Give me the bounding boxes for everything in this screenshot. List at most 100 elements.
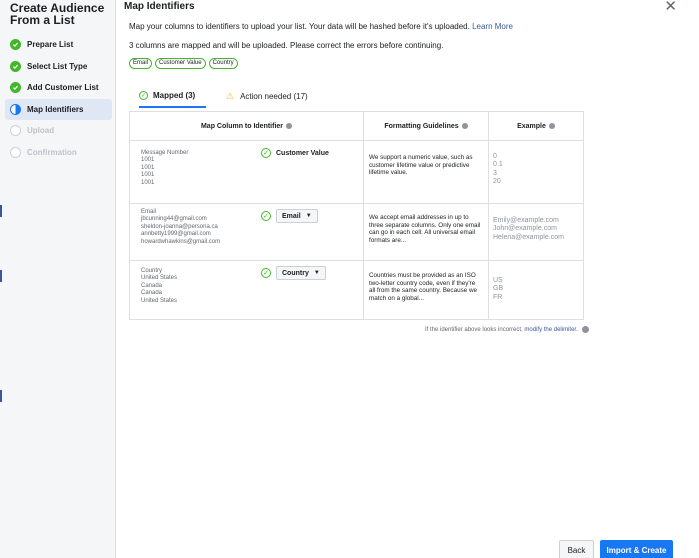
check-icon xyxy=(10,82,21,93)
identifier-dropdown-country[interactable]: Country ▼ xyxy=(276,266,326,280)
dialog-footer: Back Import & Create xyxy=(117,533,699,558)
header-map-column: Map Column to Identifier xyxy=(130,112,363,141)
column-sample-values: Country United States Canada Canada Unit… xyxy=(141,268,177,305)
chip-country: Country xyxy=(208,58,238,69)
half-circle-progress-icon xyxy=(10,103,21,115)
sample-value: Canada xyxy=(141,290,163,297)
check-circle-icon: ✓ xyxy=(139,90,148,100)
step-label: Confirmation xyxy=(27,147,77,157)
wizard-steps: Prepare List Select List Type Add Custom… xyxy=(3,34,115,163)
column-sample-values: Email jbcunning44@gmail.com sheldon-joan… xyxy=(141,209,220,246)
learn-more-link[interactable]: Learn More xyxy=(472,22,513,31)
intro-text: Map your columns to identifiers to uploa… xyxy=(129,22,513,31)
table-row: Message Number 1001 1001 1001 1001 ✓ Cus… xyxy=(130,141,583,204)
example-value: 3 xyxy=(493,169,497,177)
column-header-value: Email xyxy=(141,209,157,215)
mapping-tabs: ✓ Mapped (3) ⚠ Action needed (17) xyxy=(129,84,599,108)
column-sample-values: Message Number 1001 1001 1001 1001 xyxy=(141,150,188,187)
step-select-list-type[interactable]: Select List Type xyxy=(5,56,112,77)
column-header-value: Message Number xyxy=(141,150,189,156)
wizard-sidebar: Create Audience From a List Prepare List… xyxy=(3,0,116,558)
mapping-status: 3 columns are mapped and will be uploade… xyxy=(129,41,444,50)
empty-circle-icon xyxy=(10,146,21,158)
example-value: US xyxy=(493,277,503,284)
footnote-text: If the identifier above looks incorrect, xyxy=(425,327,523,334)
chip-customer-value: Customer Value xyxy=(155,58,206,69)
check-circle-icon: ✓ xyxy=(261,211,271,221)
edge-marker xyxy=(0,390,2,402)
close-icon[interactable]: ✕ xyxy=(664,0,677,14)
check-circle-icon: ✓ xyxy=(261,268,271,278)
intro-body: Map your columns to identifiers to uploa… xyxy=(129,22,470,31)
check-icon xyxy=(10,39,21,50)
header-label: Example xyxy=(517,122,546,130)
mapping-table: Map Column to Identifier Formatting Guid… xyxy=(129,111,584,320)
step-add-customer-list[interactable]: Add Customer List xyxy=(5,77,112,98)
header-example: Example xyxy=(489,112,583,141)
example-value: FR xyxy=(493,293,503,301)
chip-email: Email xyxy=(129,58,153,69)
caret-down-icon: ▼ xyxy=(305,213,312,219)
table-row: Email jbcunning44@gmail.com sheldon-joan… xyxy=(130,204,583,261)
step-label: Select List Type xyxy=(27,61,88,71)
sample-value: 1001 xyxy=(141,164,155,171)
formatting-guideline: Countries must be provided as an ISO two… xyxy=(369,272,478,302)
sample-value: annbetty1999@gmail.com xyxy=(141,231,211,238)
sample-value: sheldon-joanna@persona.ca xyxy=(141,223,218,230)
column-header-value: Country xyxy=(141,268,163,274)
tab-label: Mapped (3) xyxy=(153,90,196,100)
header-label: Map Column to Identifier xyxy=(200,122,284,130)
header-label: Formatting Guidelines xyxy=(384,122,459,130)
info-icon[interactable] xyxy=(461,123,468,129)
example-values: US GB FR xyxy=(493,277,503,302)
example-value: 20 xyxy=(493,177,501,185)
tab-mapped[interactable]: ✓ Mapped (3) xyxy=(139,84,206,108)
info-icon[interactable] xyxy=(286,123,293,129)
step-map-identifiers[interactable]: Map Identifiers xyxy=(5,98,112,120)
sample-value: 1001 xyxy=(141,179,155,186)
sample-value: 1001 xyxy=(141,157,155,164)
tab-label: Action needed (17) xyxy=(240,91,308,101)
info-icon[interactable] xyxy=(548,123,555,129)
empty-circle-icon xyxy=(10,125,21,136)
example-value: GB xyxy=(493,285,504,293)
example-value: 0.1 xyxy=(493,161,503,169)
sample-value: United States xyxy=(141,297,178,304)
step-label: Upload xyxy=(27,126,55,135)
delimiter-footnote: If the identifier above looks incorrect,… xyxy=(425,326,590,334)
header-guidelines: Formatting Guidelines xyxy=(364,112,488,141)
page-title: Map Identifiers xyxy=(124,1,195,12)
check-icon xyxy=(10,60,21,72)
identifier-cell: ✓ Country ▼ xyxy=(261,266,326,280)
formatting-guideline: We accept email addresses in up to three… xyxy=(369,214,481,244)
caret-down-icon: ▼ xyxy=(313,270,320,276)
back-button[interactable]: Back xyxy=(559,540,594,558)
identifier-cell: ✓ Email ▼ xyxy=(261,209,318,223)
example-values: 0 0.1 3 20 xyxy=(493,153,503,186)
step-prepare-list[interactable]: Prepare List xyxy=(5,34,112,55)
modify-delimiter-link[interactable]: modify the delimiter. xyxy=(524,327,577,333)
step-label: Prepare List xyxy=(27,40,74,49)
identifier-label: Customer Value xyxy=(276,149,329,157)
info-icon[interactable] xyxy=(582,326,590,333)
table-row: Country United States Canada Canada Unit… xyxy=(130,261,583,320)
sample-value: United States xyxy=(141,275,178,282)
step-label: Map Identifiers xyxy=(27,104,84,114)
sample-value: jbcunning44@gmail.com xyxy=(141,216,207,223)
sidebar-title: Create Audience From a List xyxy=(10,1,105,27)
dropdown-value: Country xyxy=(282,269,309,277)
formatting-guideline: We support a numeric value, such as cust… xyxy=(369,154,473,177)
example-value: John@example.com xyxy=(493,225,557,233)
step-confirmation: Confirmation xyxy=(5,142,112,163)
identifier-dropdown-email[interactable]: Email ▼ xyxy=(276,209,318,223)
import-create-button[interactable]: Import & Create xyxy=(600,540,673,558)
step-label: Add Customer List xyxy=(27,83,99,92)
edge-marker xyxy=(0,205,2,217)
mapped-chips: Email Customer Value Country xyxy=(129,58,238,69)
sample-value: Canada xyxy=(141,282,163,289)
edge-marker xyxy=(0,270,2,282)
step-upload: Upload xyxy=(5,120,112,141)
example-values: Emily@example.com John@example.com Helen… xyxy=(493,217,564,242)
tab-action-needed[interactable]: ⚠ Action needed (17) xyxy=(226,84,308,108)
check-circle-icon: ✓ xyxy=(261,148,271,158)
